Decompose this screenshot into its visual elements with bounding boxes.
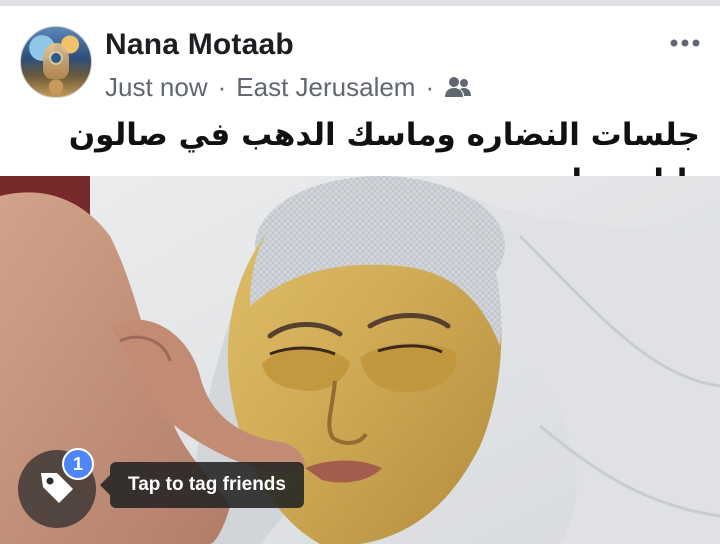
author-avatar[interactable] <box>20 26 92 98</box>
post-header: Nana Motaab Just now · East Jerusalem · <box>0 6 720 106</box>
tag-count-badge: 1 <box>62 448 94 480</box>
avatar-image <box>43 43 69 79</box>
meta-separator: · <box>217 71 227 102</box>
post-text: جلسات النضاره وماسك الدهب في صالون نانا … <box>68 117 700 199</box>
more-options-button[interactable] <box>668 31 702 57</box>
post-time[interactable]: Just now <box>105 72 208 103</box>
more-icon <box>669 35 701 53</box>
tag-friends-tooltip[interactable]: Tap to tag friends <box>100 462 304 508</box>
meta-separator: · <box>425 71 435 102</box>
post-meta: Just now · East Jerusalem · <box>105 70 472 104</box>
friends-icon[interactable] <box>444 73 472 101</box>
author-name[interactable]: Nana Motaab <box>105 28 294 62</box>
post-location[interactable]: East Jerusalem <box>236 72 415 103</box>
